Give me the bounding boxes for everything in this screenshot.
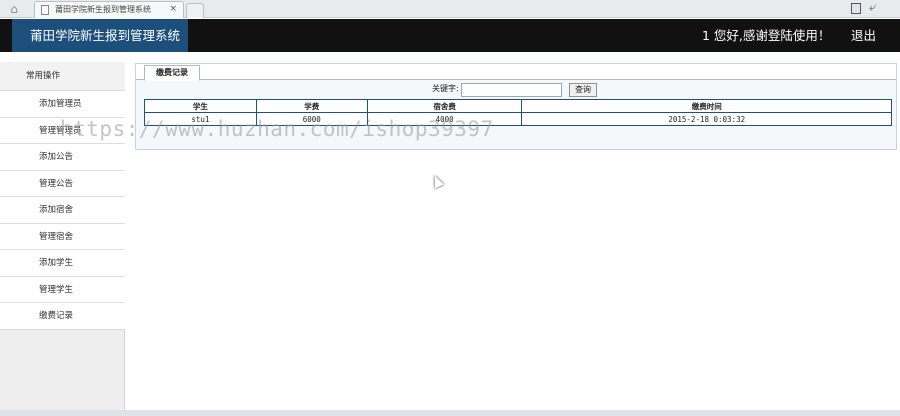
cell-dorm-fee: 4000 (366, 112, 523, 126)
app-header: 莆田学院新生报到管理系统 1 您好,感谢登陆使用！ 退出 (0, 19, 900, 52)
page-icon (41, 5, 49, 15)
column-header-student: 学生 (144, 99, 257, 113)
panel-tabbar: 缴费记录 (136, 64, 896, 81)
back-arrow-icon[interactable]: ⤶ (869, 1, 876, 15)
search-input[interactable] (461, 83, 562, 97)
browser-tab-title: 莆田学院新生报到管理系统 (55, 5, 151, 14)
main-panel: 缴费记录 关键字: 查询 学生 学费 宿舍费 缴费时间 stu1 6000 40… (135, 63, 897, 150)
sidebar-item-manage-notice[interactable]: 管理公告 (0, 170, 125, 197)
column-header-tuition: 学费 (255, 99, 368, 113)
column-header-dorm-fee: 宿舍费 (366, 99, 523, 113)
new-tab-button[interactable] (186, 3, 204, 18)
payment-table: 学生 学费 宿舍费 缴费时间 stu1 6000 4000 2015-2-18 … (144, 99, 892, 126)
sidebar-item-add-student[interactable]: 添加学生 (0, 250, 125, 277)
sidebar-item-manage-student[interactable]: 管理学生 (0, 276, 125, 303)
sidebar-item-manage-dorm[interactable]: 管理宿舍 (0, 223, 125, 250)
cell-pay-time: 2015-2-18 0:03:32 (521, 112, 892, 126)
status-strip (0, 410, 900, 416)
browser-toolbar: ⌂ 莆田学院新生报到管理系统 × ⤶ (0, 0, 900, 18)
sidebar-item-manage-admin[interactable]: 管理管理员 (0, 117, 125, 144)
sidebar-menu: 添加管理员 管理管理员 添加公告 管理公告 添加宿舍 管理宿舍 添加学生 管理学… (0, 91, 125, 330)
sidebar: 常用操作 添加管理员 管理管理员 添加公告 管理公告 添加宿舍 管理宿舍 添加学… (0, 62, 125, 416)
page-settings-icon[interactable] (851, 3, 861, 14)
home-icon[interactable]: ⌂ (6, 2, 22, 16)
welcome-text: 1 您好,感谢登陆使用！ (702, 28, 831, 43)
sidebar-item-add-notice[interactable]: 添加公告 (0, 144, 125, 171)
sidebar-item-add-dorm[interactable]: 添加宿舍 (0, 197, 125, 224)
app-title: 莆田学院新生报到管理系统 (30, 28, 181, 43)
column-header-pay-time: 缴费时间 (521, 99, 892, 113)
table-row: stu1 6000 4000 2015-2-18 0:03:32 (144, 112, 892, 126)
sidebar-item-payment-records[interactable]: 缴费记录 (0, 303, 125, 330)
mouse-cursor-icon (429, 173, 445, 189)
browser-tab[interactable]: 莆田学院新生报到管理系统 × (34, 1, 184, 18)
search-label: 关键字: (432, 84, 459, 93)
search-row: 关键字: 查询 (136, 82, 896, 98)
logout-link[interactable]: 退出 (851, 19, 876, 52)
close-icon[interactable]: × (169, 2, 177, 17)
app-title-box: 莆田学院新生报到管理系统 (12, 19, 188, 52)
search-button[interactable]: 查询 (569, 83, 597, 97)
tab-payment-records[interactable]: 缴费记录 (144, 65, 200, 81)
cell-student: stu1 (144, 112, 257, 126)
table-header-row: 学生 学费 宿舍费 缴费时间 (144, 99, 892, 113)
sidebar-heading[interactable]: 常用操作 (0, 62, 125, 91)
cell-tuition: 6000 (255, 112, 368, 126)
sidebar-item-add-admin[interactable]: 添加管理员 (0, 91, 125, 118)
